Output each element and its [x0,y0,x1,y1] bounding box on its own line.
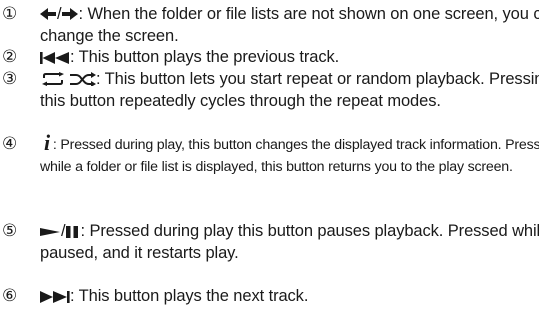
left-arrow-icon [40,7,56,21]
repeat-icon [40,72,66,86]
item-number-1: ① [2,4,18,24]
item-number-4: ④ [2,134,18,154]
next-track-icon [40,291,70,303]
item-text-5: : Pressed during play this button pauses… [40,222,539,262]
item-text-2: : This button plays the previous track. [70,48,340,66]
list-item-2: ② : This button plays the previous track… [0,47,539,69]
previous-track-icon [40,52,70,64]
item-text-3: : This button lets you start repeat or r… [40,70,539,110]
right-arrow-icon [62,7,79,21]
play-icon [40,226,60,238]
info-icon: i [44,130,50,155]
list-item-4: ④ i: Pressed during play, this button ch… [0,130,539,178]
item-text-6: : This button plays the next track. [70,287,309,305]
list-item-5: ⑤ / : Pressed during play this button pa… [0,221,539,264]
instruction-list: ① / : When the folder or file lists are … [0,0,539,321]
item-number-6: ⑥ [2,286,18,306]
list-item-6: ⑥ : This button plays the next track. [0,286,539,308]
list-item-1: ① / : When the folder or file lists are … [0,4,539,47]
item-text-1: : When the folder or file lists are not … [40,5,539,45]
pause-icon [66,226,80,238]
item-text-4: : Pressed during play, this button chang… [40,137,539,175]
shuffle-icon [70,72,96,86]
item-number-3: ③ [2,69,18,89]
list-item-3: ③ : This button lets you start repeat or… [0,69,539,112]
item-number-5: ⑤ [2,221,18,241]
item-number-2: ② [2,47,18,67]
